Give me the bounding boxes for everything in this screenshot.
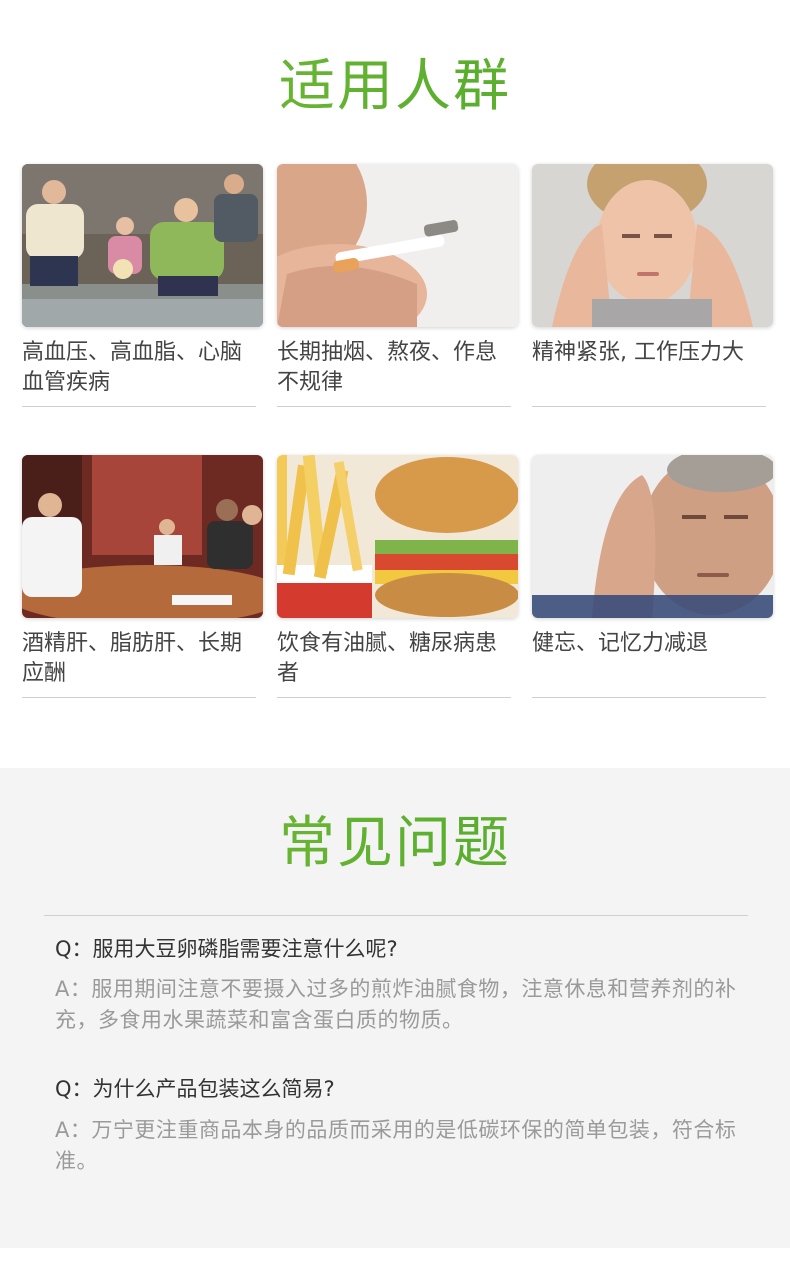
group-caption: 饮食有油腻、糖尿病患者	[277, 631, 498, 686]
faq-divider	[44, 915, 748, 916]
suitable-groups-title: 适用人群	[0, 52, 790, 122]
faq-title: 常见问题	[0, 808, 790, 880]
fastfood-photo	[277, 455, 518, 618]
divider	[277, 697, 511, 698]
family-photo	[22, 164, 263, 327]
stress-photo	[532, 164, 773, 327]
faq-question: Q：服用大豆卵磷脂需要注意什么呢?	[55, 937, 398, 961]
divider	[532, 406, 766, 407]
meeting-photo	[22, 455, 263, 618]
faq-question: Q：为什么产品包装这么简易?	[55, 1077, 335, 1101]
smoking-photo	[277, 164, 518, 327]
elderly-photo	[532, 455, 773, 618]
group-caption: 高血压、高血脂、心脑血管疾病	[22, 340, 243, 395]
divider	[22, 406, 256, 407]
group-caption: 酒精肝、脂肪肝、长期应酬	[22, 631, 243, 686]
group-caption: 健忘、记忆力减退	[532, 631, 709, 656]
faq-answer: A：万宁更注重商品本身的品质而采用的是低碳环保的简单包装，符合标准。	[55, 1118, 737, 1173]
divider	[277, 406, 511, 407]
group-caption: 精神紧张, 工作压力大	[532, 340, 744, 365]
divider	[532, 697, 766, 698]
divider	[22, 697, 256, 698]
faq-answer: A：服用期间注意不要摄入过多的煎炸油腻食物，注意休息和营养剂的补充，多食用水果蔬…	[55, 977, 737, 1032]
group-caption: 长期抽烟、熬夜、作息不规律	[277, 340, 498, 395]
